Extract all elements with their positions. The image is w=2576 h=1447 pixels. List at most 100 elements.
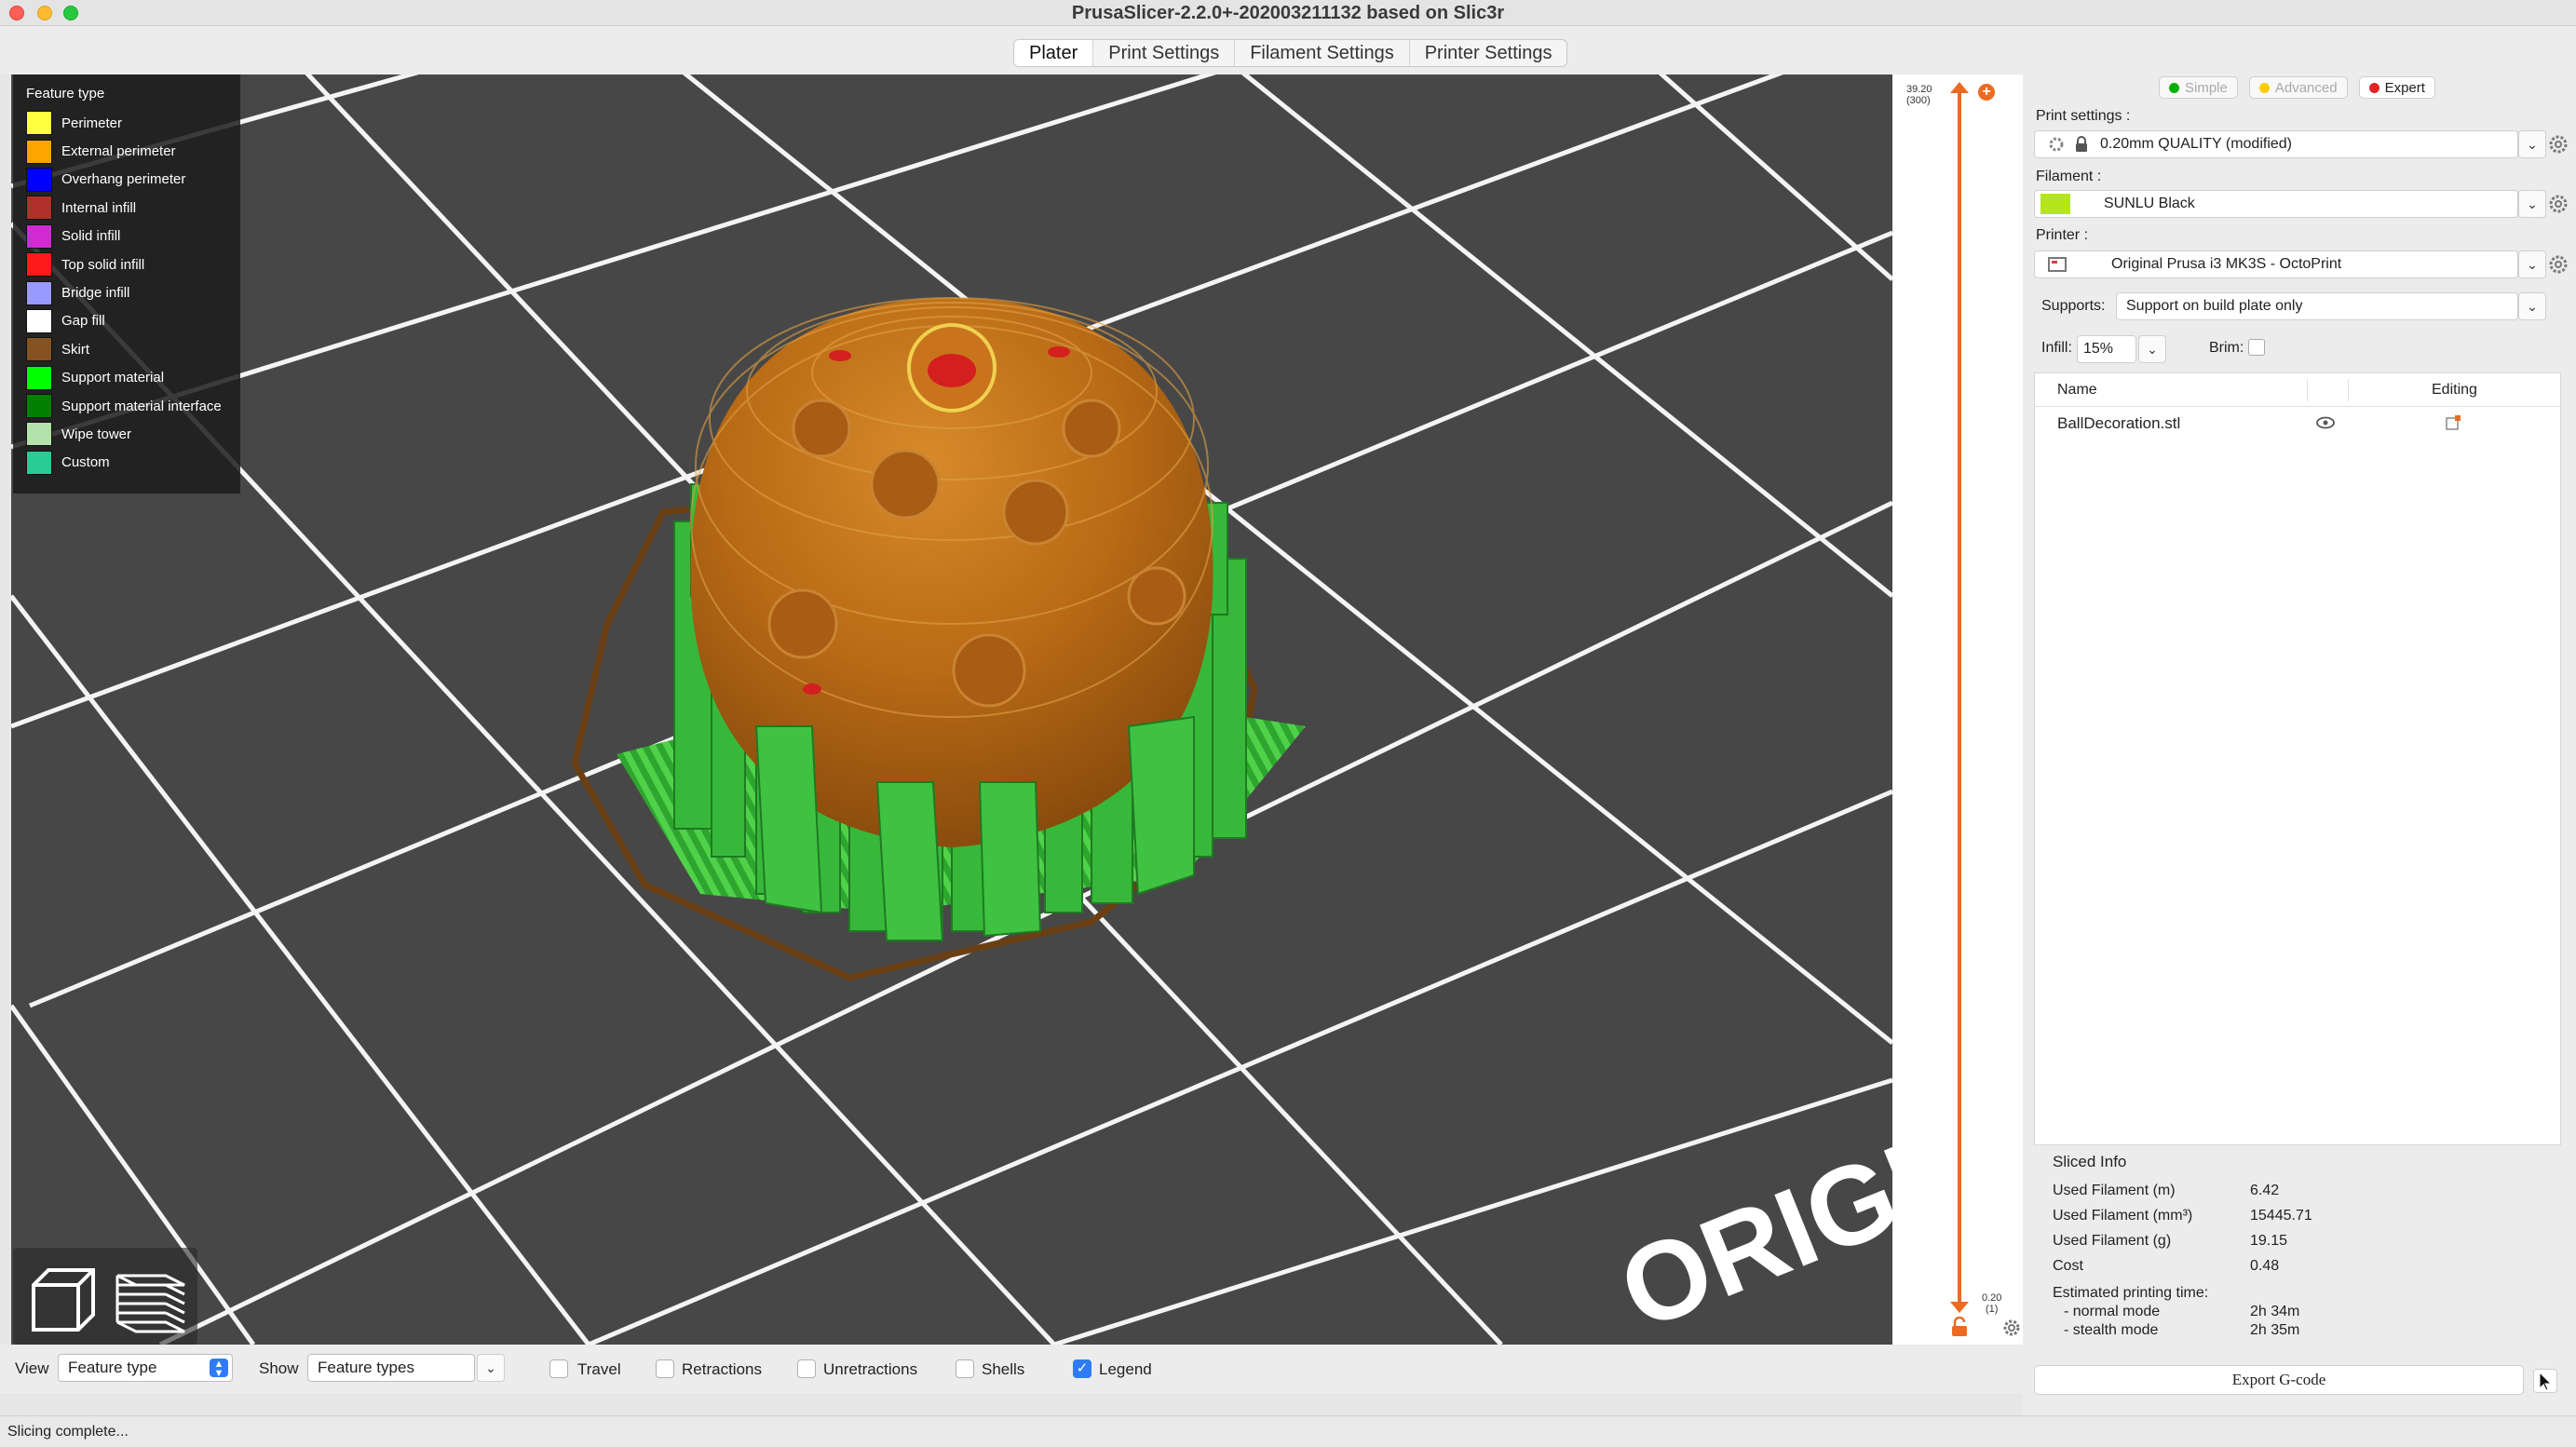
legend-label: Wipe tower [61, 426, 132, 442]
column-editing[interactable]: Editing [2432, 382, 2477, 399]
filament-color-swatch [2040, 194, 2070, 214]
stealth-mode-value: 2h 35m [2250, 1322, 2300, 1338]
slider-settings-gear-icon[interactable] [2002, 1319, 2021, 1337]
legend-swatch [26, 167, 52, 192]
estimated-time-label: Estimated printing time: [2053, 1285, 2209, 1301]
object-row[interactable]: BallDecoration.stl [2035, 411, 2560, 439]
send-to-printer-button[interactable] [2533, 1369, 2557, 1393]
print-settings-dropdown[interactable]: ⌄ [2518, 130, 2546, 158]
slider-track[interactable] [1958, 88, 1961, 1307]
object-list: Name Editing BallDecoration.stl [2034, 372, 2561, 1145]
legend-label: Support material interface [61, 398, 222, 414]
travel-label: Travel [577, 1360, 621, 1378]
retractions-checkbox[interactable] [656, 1359, 674, 1378]
shells-checkbox[interactable] [956, 1359, 974, 1378]
printer-combo[interactable]: Original Prusa i3 MK3S - OctoPrint [2034, 250, 2518, 278]
legend-label: Solid infill [61, 228, 121, 245]
used-filament-g-value: 19.15 [2250, 1233, 2288, 1249]
legend-label: Skirt [61, 341, 89, 358]
filament-combo[interactable]: SUNLU Black [2034, 190, 2518, 218]
unretractions-checkbox[interactable] [797, 1359, 816, 1378]
tab-printer-settings[interactable]: Printer Settings [1410, 40, 1567, 66]
used-filament-m-label: Used Filament (m) [2053, 1183, 2176, 1198]
supports-combo[interactable]: Support on build plate only [2116, 292, 2518, 320]
infill-value: 15% [2083, 341, 2114, 357]
filament-edit-gear-icon[interactable] [2548, 194, 2569, 214]
unlock-icon[interactable] [1950, 1317, 1969, 1337]
tab-print-settings[interactable]: Print Settings [1093, 40, 1236, 66]
normal-mode-label: - normal mode [2064, 1304, 2161, 1319]
infill-label: Infill: [2041, 340, 2072, 356]
infill-input[interactable]: 15% [2077, 335, 2136, 363]
sliced-info-panel: Sliced Info Used Filament (m) 6.42 Used … [2034, 1145, 2561, 1345]
printer-label: Printer : [2036, 227, 2089, 243]
mode-simple-label: Simple [2185, 79, 2228, 96]
layers-view-icon[interactable] [110, 1257, 192, 1339]
brim-label: Brim: [2209, 340, 2244, 356]
legend-checkbox[interactable]: ✓ [1073, 1359, 1091, 1378]
print-settings-edit-gear-icon[interactable] [2548, 134, 2569, 155]
export-gcode-button[interactable]: Export G-code [2034, 1365, 2524, 1395]
normal-mode-value: 2h 34m [2250, 1304, 2300, 1319]
legend-swatch [26, 252, 52, 277]
3d-preview-viewport[interactable]: ORIGI Feature type Perimeter External per… [11, 74, 1892, 1345]
slider-bottom-layer: (1) [1985, 1304, 1999, 1315]
legend-swatch [26, 111, 52, 136]
legend-swatch [26, 139, 52, 164]
slider-bottom-value: 0.20 (1) [1982, 1292, 2001, 1315]
legend-title: Feature type [26, 86, 105, 101]
filament-dropdown[interactable]: ⌄ [2518, 190, 2546, 218]
show-dropdown[interactable]: ⌄ [477, 1354, 505, 1382]
tab-plater[interactable]: Plater [1014, 40, 1094, 66]
filament-value: SUNLU Black [2104, 196, 2195, 211]
add-color-change-icon[interactable]: + [1978, 84, 1995, 101]
legend-swatch [26, 308, 52, 333]
gcode-preview-scene: ORIGI [11, 74, 1892, 1345]
mode-expert-button[interactable]: Expert [2358, 76, 2435, 99]
tab-strip: Plater Print Settings Filament Settings … [0, 26, 2576, 74]
legend-item: Skirt [26, 335, 227, 363]
view-select-value: Feature type [68, 1359, 157, 1376]
main-tabs: Plater Print Settings Filament Settings … [1013, 39, 1568, 67]
used-filament-mm3-label: Used Filament (mm³) [2053, 1208, 2193, 1224]
status-bar: Slicing complete... [0, 1415, 2576, 1447]
legend-label: Top solid infill [61, 256, 145, 273]
tab-filament-settings[interactable]: Filament Settings [1235, 40, 1410, 66]
brim-checkbox[interactable] [2248, 339, 2265, 356]
3d-view-icon[interactable] [20, 1257, 102, 1339]
print-settings-combo[interactable]: 0.20mm QUALITY (modified) [2034, 130, 2518, 158]
legend-swatch [26, 422, 52, 447]
view-select[interactable]: Feature type ▲ ▼ [58, 1354, 233, 1382]
legend-label: Custom [61, 454, 110, 471]
travel-checkbox[interactable] [549, 1359, 568, 1378]
printer-edit-gear-icon[interactable] [2548, 254, 2569, 275]
view-label: View [15, 1359, 49, 1377]
right-sidebar: Simple Advanced Expert Print settings : … [2023, 74, 2576, 1415]
shells-label: Shells [982, 1360, 1025, 1378]
legend-label: Bridge infill [61, 285, 130, 302]
column-name[interactable]: Name [2057, 382, 2097, 399]
slider-top-thumb[interactable] [1950, 82, 1969, 95]
printer-dropdown[interactable]: ⌄ [2518, 250, 2546, 278]
system-preset-gear-icon [2049, 137, 2064, 152]
mode-simple-button[interactable]: Simple [2159, 76, 2238, 99]
legend-label: Support material [61, 370, 165, 386]
object-list-header: Name Editing [2035, 373, 2560, 407]
supports-value: Support on build plate only [2126, 298, 2303, 314]
retractions-label: Retractions [682, 1360, 762, 1378]
layer-slider[interactable]: 39.20 (300) + 0.20 (1) [1892, 74, 2023, 1345]
legend-swatch [26, 196, 52, 221]
legend-item: Gap fill [26, 307, 227, 335]
supports-dropdown[interactable]: ⌄ [2518, 292, 2546, 320]
legend-swatch [26, 223, 52, 249]
legend-item: External perimeter [26, 137, 227, 165]
eye-icon[interactable] [2316, 416, 2335, 429]
edit-object-icon[interactable] [2445, 414, 2461, 431]
sliced-info-title: Sliced Info [2053, 1153, 2127, 1170]
show-select[interactable]: Feature types [307, 1354, 475, 1382]
infill-dropdown[interactable]: ⌄ [2138, 335, 2166, 363]
slider-bottom-thumb[interactable] [1950, 1302, 1969, 1315]
used-filament-m-value: 6.42 [2250, 1183, 2280, 1198]
mode-advanced-button[interactable]: Advanced [2248, 76, 2348, 99]
legend-item: Top solid infill [26, 250, 227, 278]
